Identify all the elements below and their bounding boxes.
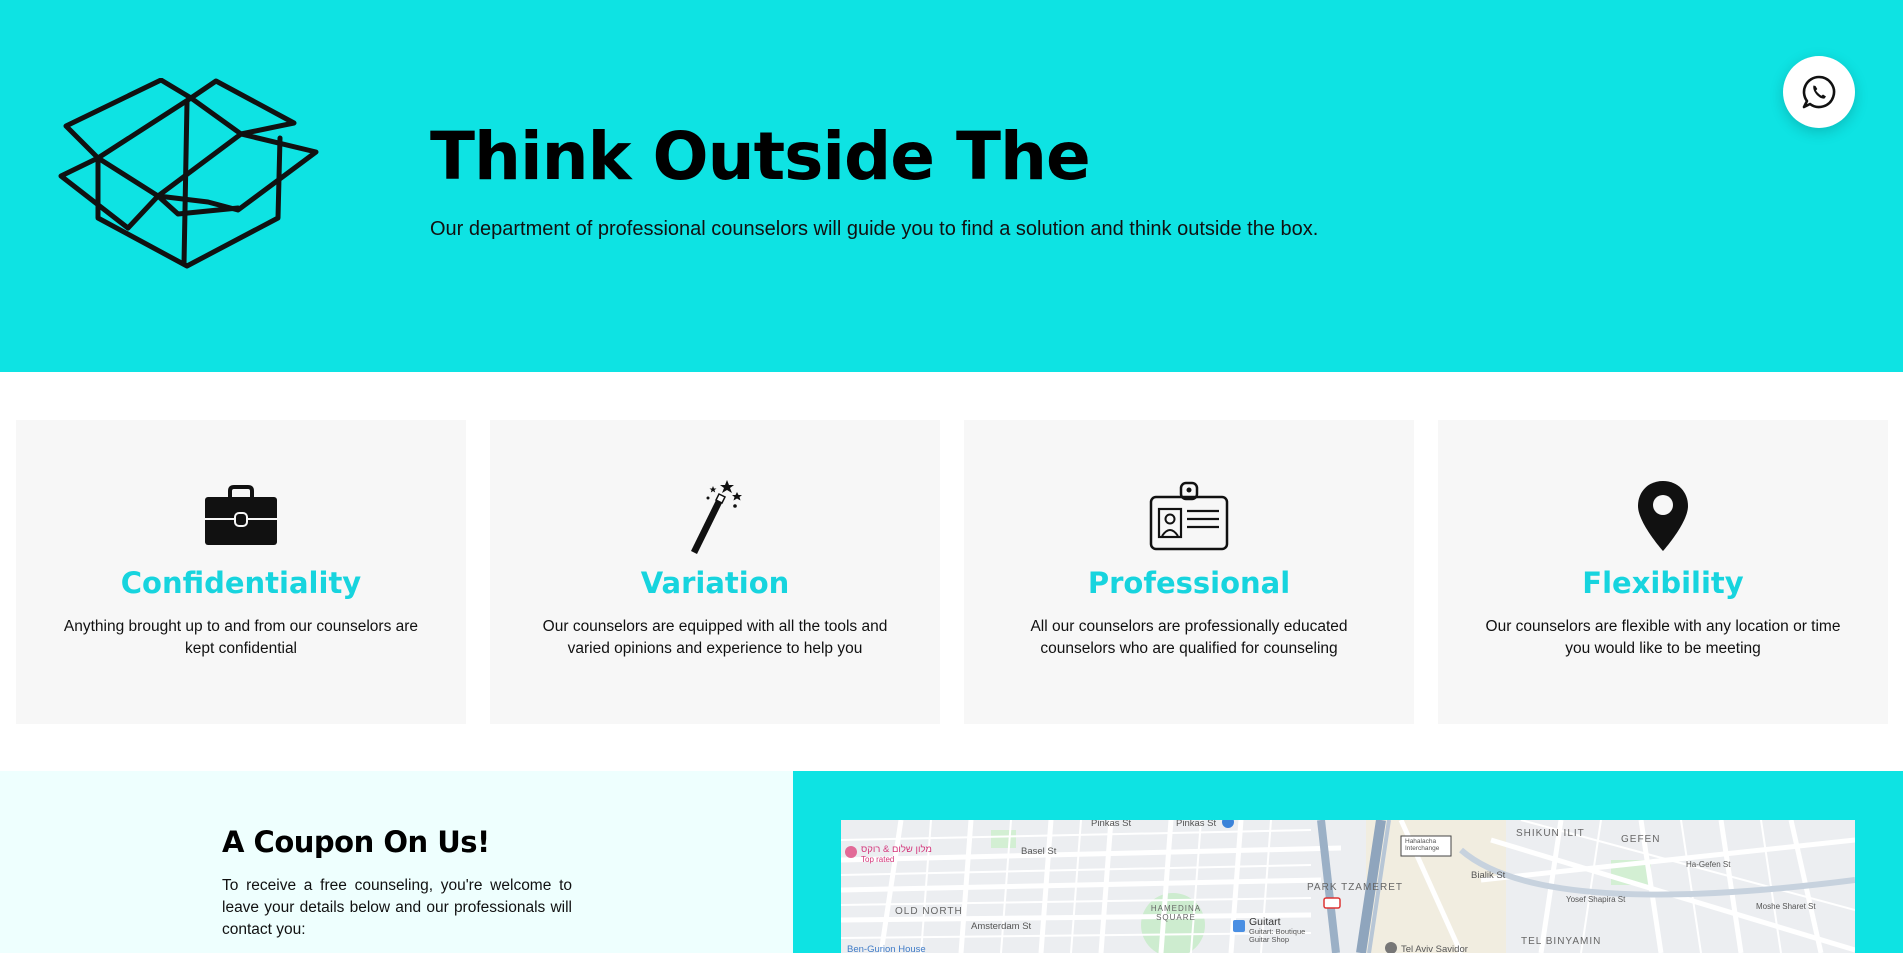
briefcase-icon xyxy=(201,476,281,556)
map-label: PARK TZAMERET xyxy=(1307,882,1403,893)
map-label: Ben-Gurion House xyxy=(847,944,926,953)
map-label: Guitart: Boutique Guitar Shop xyxy=(1249,927,1306,944)
map-label: Top rated xyxy=(861,855,895,864)
feature-text: All our counselors are professionally ed… xyxy=(1030,618,1348,657)
hero-subtitle: Our department of professional counselor… xyxy=(430,218,1319,240)
feature-text: Our counselors are equipped with all the… xyxy=(542,618,888,657)
whatsapp-icon xyxy=(1802,75,1836,109)
map-label: Ha-Gefen St xyxy=(1686,860,1731,869)
magic-wand-icon xyxy=(675,476,755,556)
map-label: Pinkas St xyxy=(1176,820,1217,829)
map-label: Yosef Shapira St xyxy=(1566,895,1626,904)
feature-card-confidentiality: Confidentiality Anything brought up to a… xyxy=(16,420,466,724)
map-label: Bialik St xyxy=(1471,870,1506,881)
map-label: SHIKUN ILIT xyxy=(1516,828,1585,839)
feature-title: Professional xyxy=(1087,566,1291,600)
coupon-section: A Coupon On Us! To receive a free counse… xyxy=(0,771,793,953)
map-label: Moshe Sharet St xyxy=(1756,902,1816,911)
location-pin-icon xyxy=(1623,476,1703,556)
feature-title: Flexibility xyxy=(1582,566,1744,600)
feature-card-variation: Variation Our counselors are equipped wi… xyxy=(490,420,940,724)
feature-text: Our counselors are flexible with any loc… xyxy=(1485,618,1841,657)
map-label: מלון שלום & רוקס xyxy=(861,844,932,855)
map-label: Hahalacha Interchange xyxy=(1405,838,1440,852)
map-label: TEL BINYAMIN xyxy=(1521,936,1602,947)
feature-title: Confidentiality xyxy=(120,566,362,600)
map-label: Basel St xyxy=(1021,846,1057,857)
feature-text: Anything brought up to and from our coun… xyxy=(63,618,419,657)
feature-card-flexibility: Flexibility Our counselors are flexible … xyxy=(1438,420,1888,724)
map-section: Pinkas St Pinkas St Basel St OLD NORTH A… xyxy=(793,771,1903,953)
hero-section: Think Outside The Our department of prof… xyxy=(0,0,1903,372)
map-label: HAMEDINA SQUARE xyxy=(1150,904,1202,922)
coupon-text: To receive a free counseling, you're wel… xyxy=(222,877,572,938)
map-label: Pinkas St xyxy=(1091,820,1132,829)
map-label: Amsterdam St xyxy=(971,921,1032,932)
map-label: GEFEN xyxy=(1621,834,1661,845)
embedded-map[interactable]: Pinkas St Pinkas St Basel St OLD NORTH A… xyxy=(841,820,1855,953)
feature-card-professional: Professional All our counselors are prof… xyxy=(964,420,1414,724)
map-label: Tel Aviv Savidor xyxy=(1401,944,1468,953)
id-badge-icon xyxy=(1149,476,1229,556)
feature-title: Variation xyxy=(640,566,790,600)
map-label: OLD NORTH xyxy=(895,906,963,917)
features-section: Confidentiality Anything brought up to a… xyxy=(16,420,1888,724)
whatsapp-button[interactable] xyxy=(1783,56,1855,128)
coupon-title: A Coupon On Us! xyxy=(222,825,490,859)
open-box-icon xyxy=(58,77,323,298)
hero-title: Think Outside The xyxy=(430,118,1091,195)
